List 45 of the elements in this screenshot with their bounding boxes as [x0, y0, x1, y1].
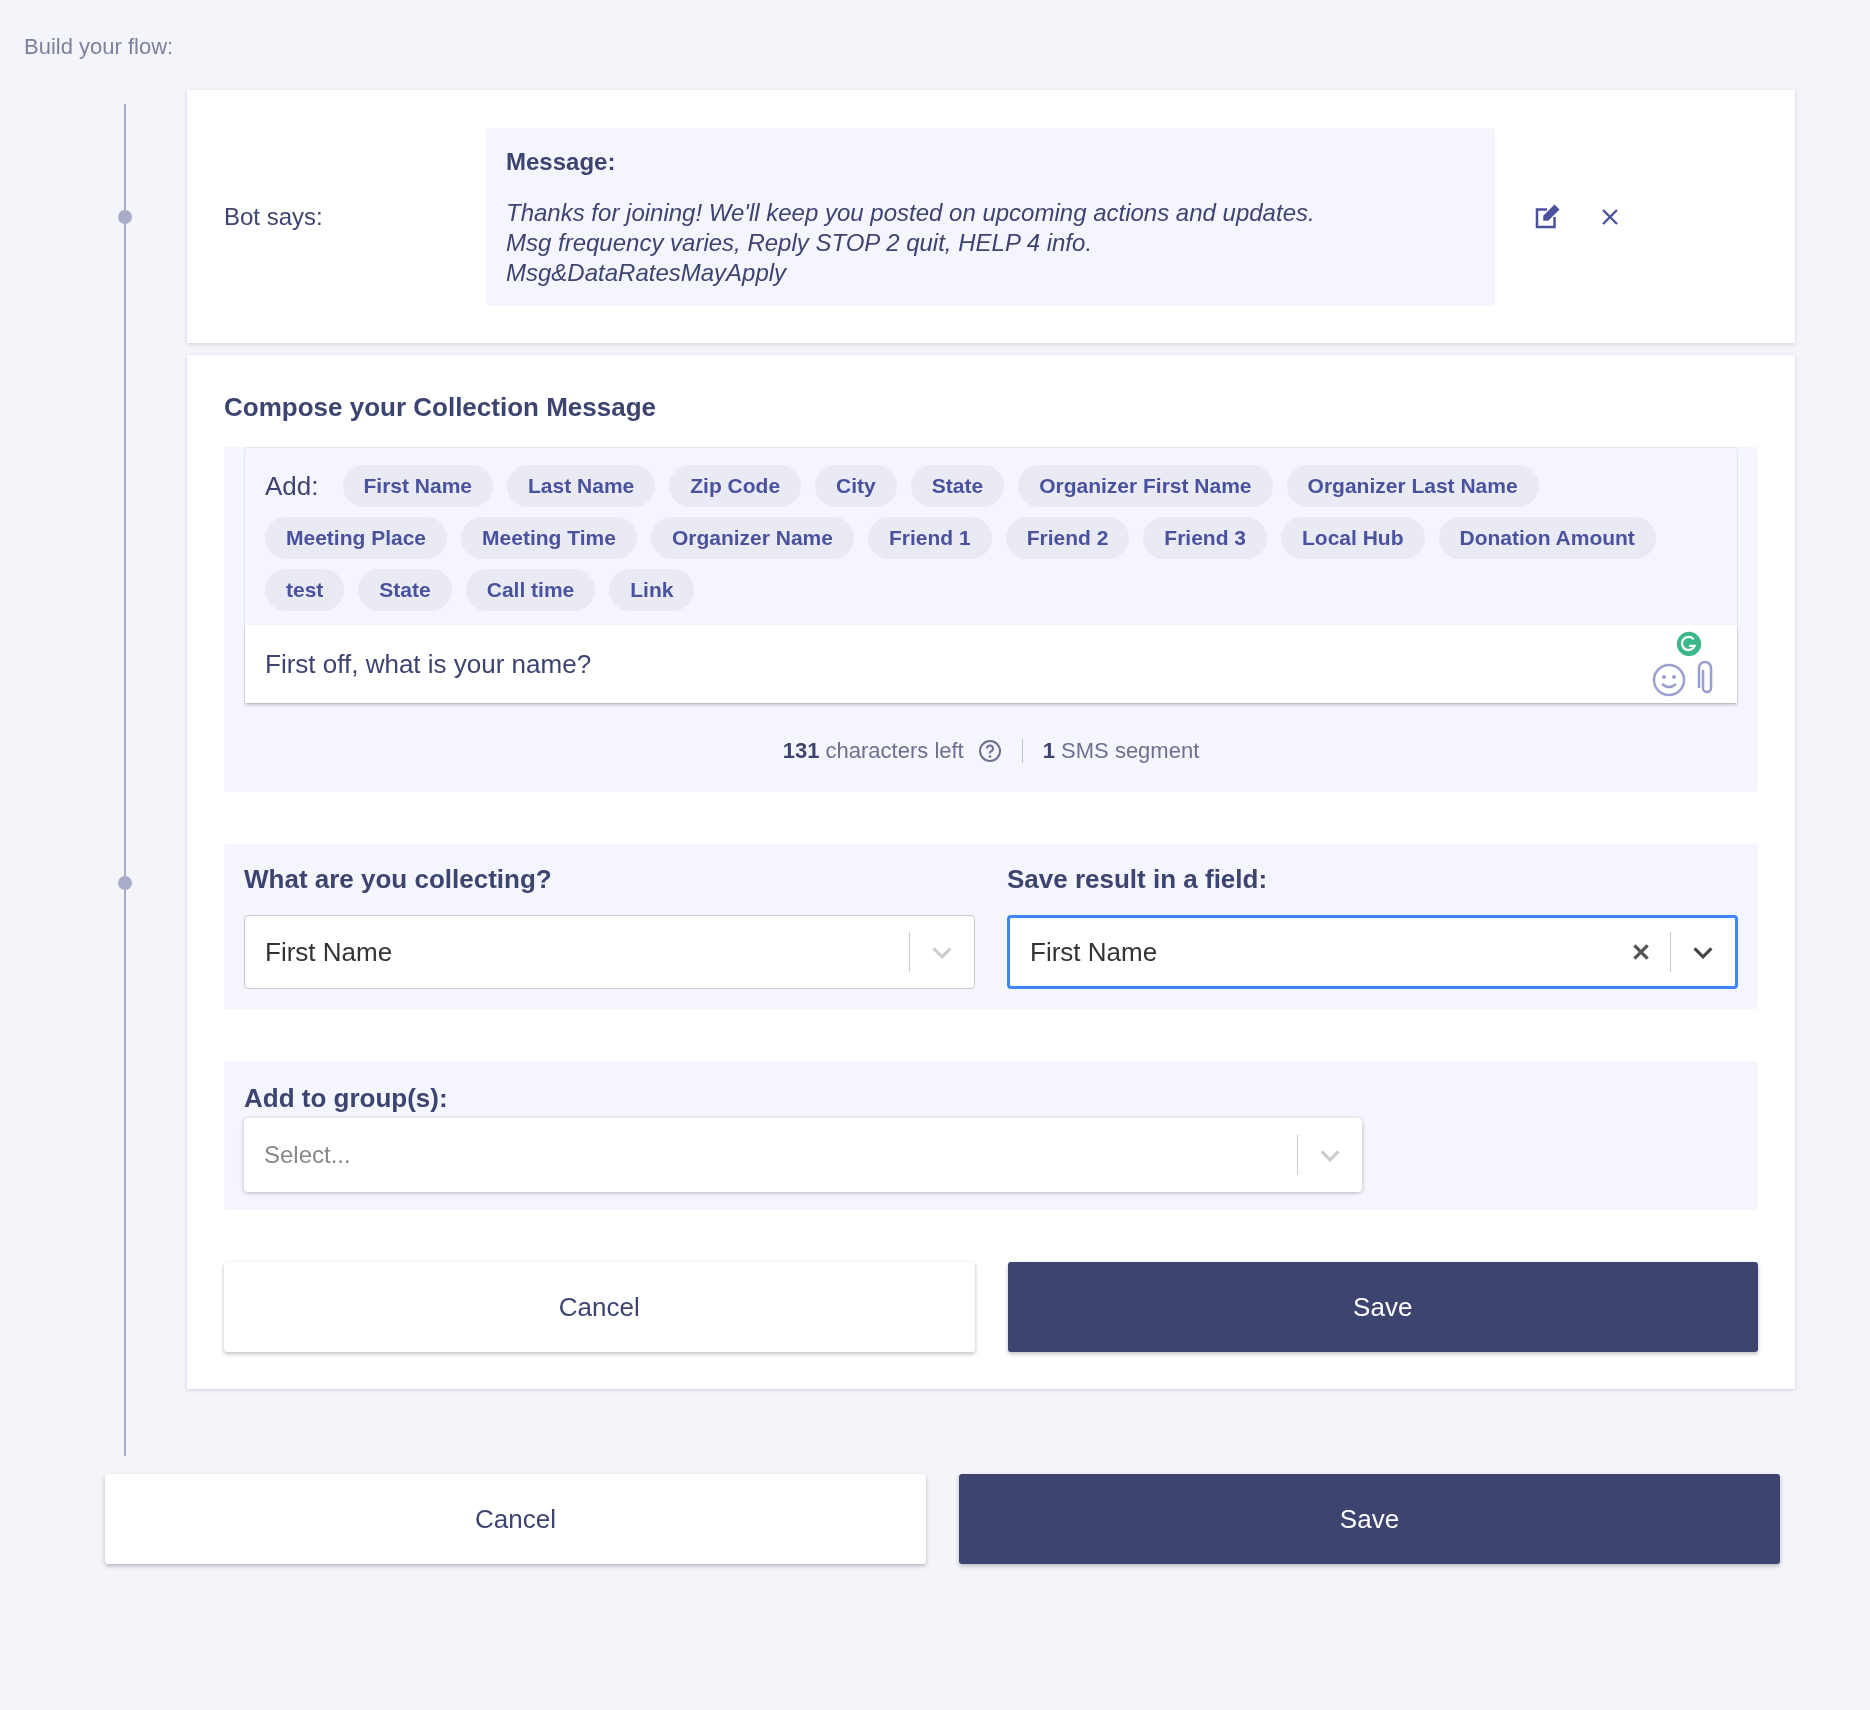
merge-tag[interactable]: State — [910, 465, 1005, 507]
merge-tag[interactable]: First Name — [342, 465, 494, 507]
characters-left-count: 131 characters left — [782, 738, 964, 764]
field-label: Add to group(s): — [244, 1083, 449, 1114]
merge-tag[interactable]: Friend 3 — [1143, 517, 1267, 559]
merge-tag[interactable]: Meeting Place — [265, 517, 448, 559]
merge-tag[interactable]: Organizer First Name — [1018, 465, 1273, 507]
help-icon[interactable] — [977, 739, 1002, 763]
merge-tag[interactable]: Organizer Name — [650, 517, 854, 559]
merge-tag[interactable]: Link — [609, 569, 695, 611]
merge-tag[interactable]: Friend 1 — [867, 517, 992, 559]
merge-tag[interactable]: State — [358, 569, 452, 611]
merge-tag[interactable]: Friend 2 — [1005, 517, 1130, 559]
clear-icon[interactable] — [1630, 941, 1652, 963]
save-button[interactable]: Save — [1007, 1262, 1758, 1352]
add-label: Add: — [265, 470, 319, 502]
merge-tag[interactable]: Donation Amount — [1438, 517, 1656, 559]
step-label: Bot says: — [224, 202, 324, 231]
merge-tag[interactable]: Last Name — [507, 465, 656, 507]
message-text: Msg frequency varies, Reply STOP 2 quit, HELP 4 info. — [506, 227, 1094, 258]
merge-tag[interactable]: test — [265, 569, 345, 611]
message-text: Thanks for joining! We'll keep you posted on upcoming actions and updates. — [506, 197, 1316, 228]
sms-segment-count: 1 SMS segment — [1042, 738, 1200, 764]
field-label: Save result in a field: — [1007, 864, 1269, 895]
cancel-button[interactable]: Cancel — [105, 1474, 926, 1564]
merge-tag[interactable]: Organizer Last Name — [1286, 465, 1539, 507]
timeline-dot — [118, 210, 132, 224]
merge-tag[interactable]: Call time — [465, 569, 596, 611]
field-label: What are you collecting? — [244, 864, 553, 895]
message-title: Message: — [506, 147, 617, 176]
select-field[interactable]: First Name — [1007, 915, 1738, 989]
merge-tag[interactable]: City — [815, 465, 897, 507]
compose-title: Compose your Collection Message — [224, 392, 657, 423]
merge-tag[interactable]: Local Hub — [1281, 517, 1425, 559]
save-button[interactable]: Save — [959, 1474, 1780, 1564]
timeline-dot — [118, 876, 132, 890]
cancel-button[interactable]: Cancel — [224, 1262, 975, 1352]
merge-tag[interactable]: Meeting Time — [461, 517, 637, 559]
message-input[interactable]: First off, what is your name? — [245, 625, 1737, 703]
page-heading: Build your flow: — [24, 34, 175, 60]
select-field[interactable]: First Name — [244, 915, 975, 989]
grammar-assistant-icon[interactable] — [1675, 630, 1703, 658]
merge-tag[interactable]: Zip Code — [669, 465, 802, 507]
message-text: Msg&DataRatesMayApply — [506, 257, 788, 288]
group-select[interactable]: Select... — [244, 1118, 1362, 1192]
